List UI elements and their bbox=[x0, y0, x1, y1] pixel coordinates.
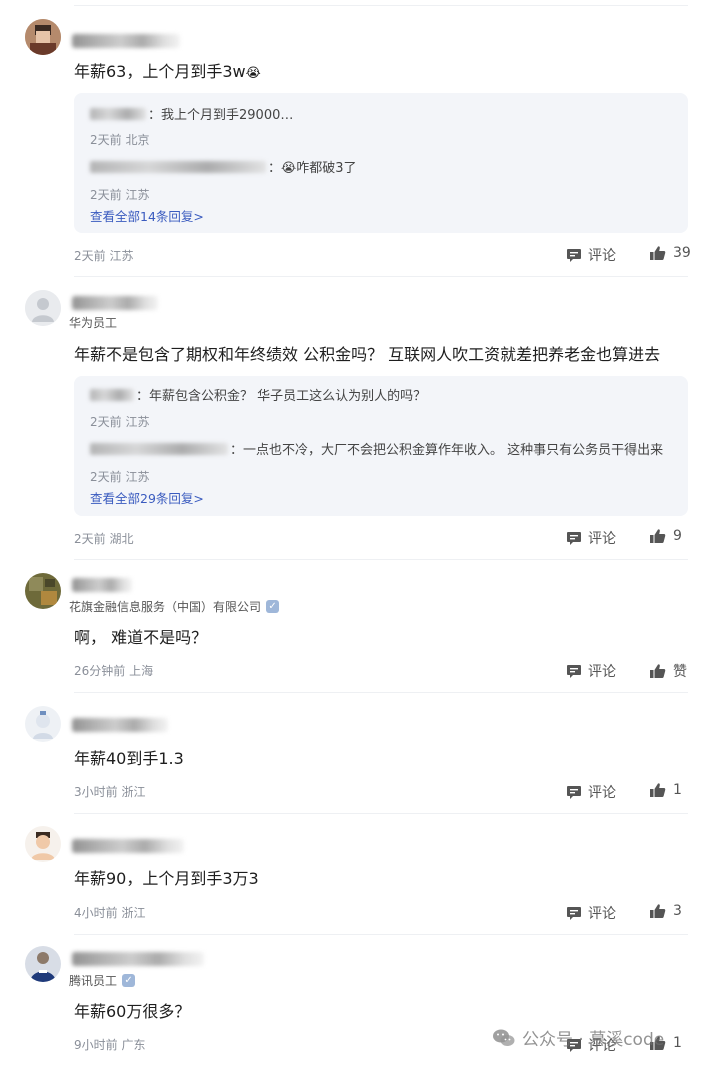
divider bbox=[74, 276, 688, 277]
user-name[interactable] bbox=[72, 578, 132, 592]
reply-user-name[interactable] bbox=[90, 160, 266, 173]
divider bbox=[74, 559, 688, 560]
comment-icon bbox=[566, 248, 582, 263]
reply-item[interactable]: ：我上个月到手29000… bbox=[90, 104, 293, 123]
comment-button[interactable]: 评论 bbox=[566, 245, 616, 265]
divider bbox=[74, 813, 688, 814]
comment-icon bbox=[566, 906, 582, 921]
reply-box: ：年薪包含公积金？ 华子员工这么认为别人的吗？ 2天前 江苏 ：一点也不冷，大厂… bbox=[74, 376, 688, 516]
divider bbox=[74, 5, 688, 6]
user-title: 华为员工 bbox=[69, 316, 118, 330]
reply-box: ：我上个月到手29000… 2天前 北京 ：😭咋都破3了 2天前 江苏 查看全部… bbox=[74, 93, 688, 233]
like-button[interactable]: 1 bbox=[649, 782, 682, 798]
user-name[interactable] bbox=[72, 839, 184, 853]
comment-icon bbox=[566, 531, 582, 546]
comment-meta: 3小时前 浙江 bbox=[74, 785, 146, 799]
user-title: 花旗金融信息服务（中国）有限公司 ✓ bbox=[69, 598, 280, 615]
reply-meta: 2天前 北京 bbox=[90, 133, 150, 147]
reply-user-name[interactable] bbox=[90, 442, 228, 455]
reply-meta: 2天前 江苏 bbox=[90, 415, 150, 429]
comment-icon bbox=[566, 785, 582, 800]
reply-meta: 2天前 江苏 bbox=[90, 188, 150, 202]
thumbs-up-icon bbox=[649, 528, 666, 544]
avatar[interactable] bbox=[25, 573, 61, 609]
user-name[interactable] bbox=[72, 34, 180, 48]
user-title: 腾讯员工 ✓ bbox=[69, 972, 136, 989]
comment-content: 年薪90，上个月到手3万3 bbox=[74, 869, 259, 888]
reply-user-name[interactable] bbox=[90, 107, 146, 120]
divider bbox=[74, 692, 688, 693]
like-button[interactable]: 39 bbox=[649, 245, 691, 261]
reply-meta: 2天前 江苏 bbox=[90, 470, 150, 484]
avatar[interactable] bbox=[25, 19, 61, 55]
avatar[interactable] bbox=[25, 290, 61, 326]
comment-meta: 4小时前 浙江 bbox=[74, 906, 146, 920]
like-button[interactable]: 9 bbox=[649, 528, 682, 544]
like-button[interactable]: 赞 bbox=[649, 661, 687, 681]
avatar[interactable] bbox=[25, 706, 61, 742]
like-button[interactable]: 3 bbox=[649, 903, 682, 919]
comment-content: 年薪63，上个月到手3w😭 bbox=[74, 62, 261, 81]
wechat-icon bbox=[492, 1028, 516, 1048]
comment-button[interactable]: 评论 bbox=[566, 782, 616, 802]
comment-button[interactable]: 评论 bbox=[566, 903, 616, 923]
thumbs-up-icon bbox=[649, 782, 666, 798]
comment-meta: 26分钟前 上海 bbox=[74, 664, 154, 678]
verified-icon: ✓ bbox=[122, 974, 136, 987]
user-name[interactable] bbox=[72, 952, 204, 966]
avatar[interactable] bbox=[25, 946, 61, 982]
reply-item[interactable]: ：😭咋都破3了 bbox=[90, 157, 356, 176]
view-all-replies-link[interactable]: 查看全部14条回复> bbox=[90, 206, 204, 225]
comment-content: 年薪不是包含了期权和年终绩效 公积金吗？ 互联网人吹工资就差把养老金也算进去 bbox=[74, 345, 661, 364]
comment-button[interactable]: 评论 bbox=[566, 661, 616, 681]
thumbs-up-icon bbox=[649, 903, 666, 919]
thumbs-up-icon bbox=[649, 245, 666, 261]
comment-content: 年薪40到手1.3 bbox=[74, 749, 184, 768]
divider bbox=[74, 934, 688, 935]
avatar[interactable] bbox=[25, 826, 61, 862]
comment-meta: 2天前 湖北 bbox=[74, 532, 134, 546]
thumbs-up-icon bbox=[649, 663, 666, 679]
comment-meta: 9小时前 广东 bbox=[74, 1038, 146, 1052]
watermark: 公众号 · 慕溪code bbox=[492, 1025, 664, 1050]
view-all-replies-link[interactable]: 查看全部29条回复> bbox=[90, 488, 204, 507]
user-name[interactable] bbox=[72, 296, 158, 310]
comment-content: 啊， 难道不是吗？ bbox=[74, 628, 208, 647]
user-name[interactable] bbox=[72, 718, 168, 732]
verified-icon: ✓ bbox=[266, 600, 280, 613]
comment-button[interactable]: 评论 bbox=[566, 528, 616, 548]
reply-user-name[interactable] bbox=[90, 388, 134, 401]
reply-item[interactable]: ：年薪包含公积金？ 华子员工这么认为别人的吗？ bbox=[90, 385, 426, 404]
comment-icon bbox=[566, 664, 582, 679]
comment-meta: 2天前 江苏 bbox=[74, 249, 134, 263]
comment-content: 年薪60万很多？ bbox=[74, 1002, 191, 1021]
reply-item[interactable]: ：一点也不冷，大厂不会把公积金算作年收入。 这种事只有公务员干得出来 bbox=[90, 439, 663, 458]
